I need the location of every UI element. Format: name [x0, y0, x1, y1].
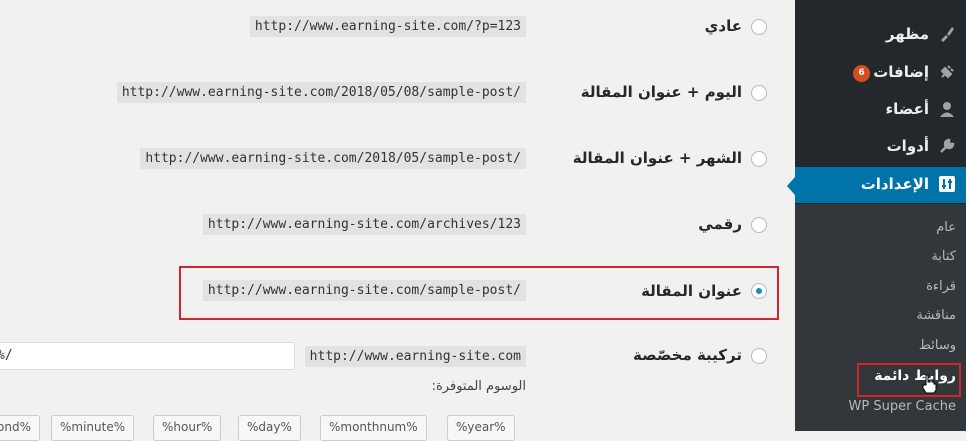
tag-hour-button[interactable]: %hour%	[153, 415, 222, 441]
sidebar-item-label: الإعدادات	[860, 175, 929, 193]
hand-cursor-icon	[922, 374, 937, 394]
sidebar-item-appearance[interactable]: مظهر	[795, 17, 966, 53]
sidebar-item-label: إضافات	[873, 63, 929, 81]
option-label-custom-structure: تركيبة مخصّصة	[632, 346, 742, 364]
tag-second-button[interactable]: ond%	[0, 415, 40, 441]
example-url-plain: http://www.earning-site.com/?p=123	[249, 16, 526, 37]
example-url-post-name: http://www.earning-site.com/sample-post/	[202, 280, 526, 301]
tag-day-button[interactable]: %day%	[238, 415, 301, 441]
settings-icon	[938, 175, 956, 193]
sidebar-item-label: أعضاء	[885, 100, 929, 118]
custom-structure-prefix: http://www.earning-site.com	[304, 346, 526, 367]
submenu-item-media[interactable]: وسائط	[919, 338, 956, 353]
tag-minute-button[interactable]: %minute%	[51, 415, 135, 441]
option-label-numeric: رقمي	[698, 215, 742, 233]
submenu-item-wp-super-cache[interactable]: WP Super Cache	[849, 399, 956, 414]
option-label-month-name: الشهر + عنوان المقالة	[572, 149, 742, 167]
radio-custom-structure[interactable]	[751, 348, 767, 364]
option-label-post-name: عنوان المقالة	[641, 282, 742, 300]
custom-structure-input[interactable]: %/	[0, 342, 295, 370]
radio-plain[interactable]	[751, 19, 767, 35]
submenu-item-discussion[interactable]: مناقشة	[916, 308, 956, 323]
active-indicator	[787, 177, 795, 195]
paintbrush-icon	[938, 25, 956, 43]
settings-submenu: عام كتابة قراءة مناقشة وسائط روابط دائمة…	[795, 204, 966, 431]
sidebar-item-settings[interactable]: الإعدادات	[787, 167, 966, 203]
sidebar-item-plugins[interactable]: إضافات 6	[795, 55, 966, 91]
admin-sidebar: مظهر إضافات 6 أعضاء أدوات الإعدادات عام …	[787, 0, 966, 431]
submenu-item-general[interactable]: عام	[936, 220, 956, 235]
example-url-numeric: http://www.earning-site.com/archives/123	[202, 214, 526, 235]
plugins-update-badge: 6	[853, 65, 870, 82]
sidebar-item-label: مظهر	[885, 25, 929, 43]
radio-month-name[interactable]	[751, 151, 767, 167]
option-label-plain: عادي	[704, 17, 742, 35]
radio-post-name[interactable]	[751, 283, 767, 299]
sidebar-item-tools[interactable]: أدوات	[795, 129, 966, 165]
radio-numeric[interactable]	[751, 217, 767, 233]
example-url-month-name: http://www.earning-site.com/2018/05/samp…	[140, 148, 526, 169]
tag-monthnum-button[interactable]: %monthnum%	[320, 415, 427, 441]
radio-day-name[interactable]	[751, 85, 767, 101]
available-tags-label: الوسوم المتوفرة:	[431, 379, 526, 394]
wrench-icon	[938, 137, 956, 155]
permalink-settings-panel: عادي http://www.earning-site.com/?p=123 …	[0, 0, 795, 441]
permalinks-highlight-box	[857, 363, 961, 397]
tag-year-button[interactable]: %year%	[447, 415, 515, 441]
example-url-day-name: http://www.earning-site.com/2018/05/08/s…	[116, 82, 526, 103]
users-icon	[938, 100, 956, 118]
plugin-icon	[938, 63, 956, 81]
option-label-day-name: اليوم + عنوان المقالة	[580, 83, 742, 101]
submenu-item-writing[interactable]: كتابة	[931, 249, 956, 264]
sidebar-item-users[interactable]: أعضاء	[795, 92, 966, 128]
sidebar-item-label: أدوات	[886, 137, 929, 155]
submenu-item-reading[interactable]: قراءة	[926, 279, 956, 294]
